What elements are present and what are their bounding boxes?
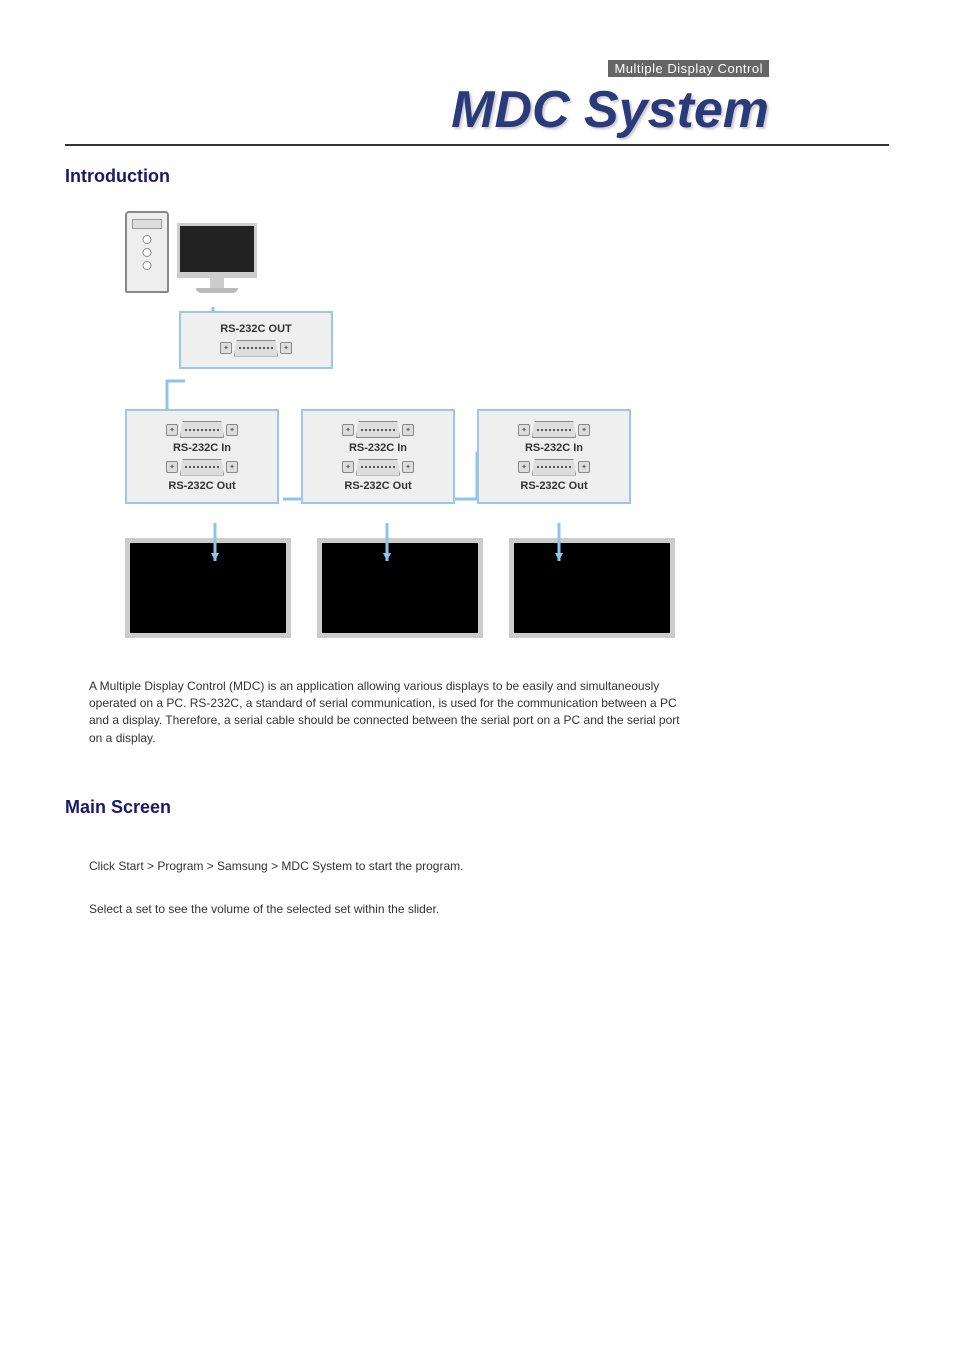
header-rule — [65, 144, 889, 146]
display-screen-icon — [125, 538, 291, 638]
port-label-in: RS-232C In — [313, 442, 443, 454]
section-heading-main-screen: Main Screen — [65, 797, 889, 818]
main-screen-line1: Click Start > Program > Samsung > MDC Sy… — [89, 858, 689, 875]
header-title: MDC System — [65, 84, 889, 136]
serial-port-icon: ✦ ✦ — [220, 340, 292, 357]
intro-description-text: A Multiple Display Control (MDC) is an a… — [89, 678, 689, 748]
header-tagline-row: Multiple Display Control — [65, 60, 889, 78]
serial-port-icon: ✦✦ — [518, 421, 590, 438]
serial-port-icon: ✦✦ — [166, 459, 238, 476]
connection-diagram: RS-232C OUT ✦ ✦ ✦✦ RS-232C In ✦✦ RS-232C… — [125, 211, 685, 638]
display-screen-icon — [509, 538, 675, 638]
serial-port-icon: ✦✦ — [342, 421, 414, 438]
display-serial-cards-row: ✦✦ RS-232C In ✦✦ RS-232C Out ✦✦ RS-232C … — [125, 409, 685, 504]
serial-port-icon: ✦✦ — [518, 459, 590, 476]
main-screen-body: Click Start > Program > Samsung > MDC Sy… — [89, 858, 689, 918]
intro-description: A Multiple Display Control (MDC) is an a… — [89, 678, 689, 748]
header-tagline: Multiple Display Control — [608, 60, 769, 77]
serial-port-icon: ✦✦ — [342, 459, 414, 476]
display-screen-icon — [317, 538, 483, 638]
display-serial-card: ✦✦ RS-232C In ✦✦ RS-232C Out — [125, 409, 279, 504]
serial-port-icon: ✦✦ — [166, 421, 238, 438]
section-heading-introduction: Introduction — [65, 166, 889, 187]
pc-row — [125, 211, 685, 293]
port-label-in: RS-232C In — [137, 442, 267, 454]
display-serial-card: ✦✦ RS-232C In ✦✦ RS-232C Out — [301, 409, 455, 504]
port-label-in: RS-232C In — [489, 442, 619, 454]
main-screen-line2: Select a set to see the volume of the se… — [89, 901, 689, 918]
pc-tower-icon — [125, 211, 169, 293]
port-label-out: RS-232C OUT — [191, 323, 321, 335]
port-label-out: RS-232C Out — [489, 480, 619, 492]
display-screens-row — [125, 538, 685, 638]
port-label-out: RS-232C Out — [137, 480, 267, 492]
port-label-out: RS-232C Out — [313, 480, 443, 492]
pc-monitor-icon — [177, 223, 257, 293]
pc-serial-card: RS-232C OUT ✦ ✦ — [179, 311, 333, 369]
display-serial-card: ✦✦ RS-232C In ✦✦ RS-232C Out — [477, 409, 631, 504]
